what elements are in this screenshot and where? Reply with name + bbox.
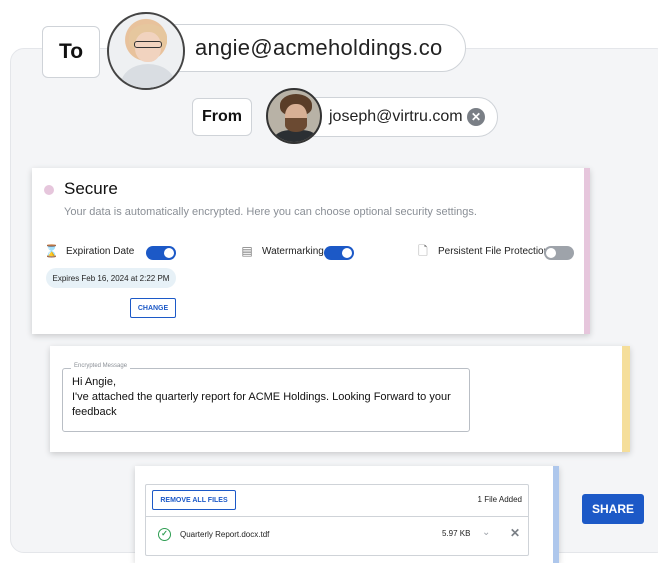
expiry-badge: Expires Feb 16, 2024 at 2:22 PM bbox=[46, 268, 176, 288]
status-dot bbox=[44, 185, 54, 195]
recipient-avatar bbox=[107, 12, 185, 90]
share-button[interactable]: SHARE bbox=[582, 494, 644, 524]
close-circle-icon[interactable]: ✕ bbox=[467, 108, 485, 126]
file-name: Quarterly Report.docx.tdf bbox=[180, 530, 270, 539]
file-row: ✓ Quarterly Report.docx.tdf 5.97 KB ⌄ ✕ bbox=[146, 518, 528, 554]
option-label: Persistent File Protection bbox=[438, 245, 550, 257]
option-persistent-file-protection: 🗋 Persistent File Protection bbox=[416, 244, 549, 258]
attachments-card: REMOVE ALL FILES 1 File Added ✓ Quarterl… bbox=[135, 466, 559, 563]
option-expiration-date: ⌛ Expiration Date bbox=[44, 244, 134, 258]
sender-chip[interactable]: joseph@virtru.com ✕ bbox=[292, 97, 498, 137]
file-size: 5.97 KB bbox=[442, 529, 471, 538]
recipient-chip[interactable]: angie@acmeholdings.co bbox=[140, 24, 466, 72]
persistent-file-protection-toggle[interactable] bbox=[544, 246, 574, 260]
security-settings-card: Secure Your data is automatically encryp… bbox=[32, 168, 590, 334]
option-label: Watermarking bbox=[262, 245, 324, 257]
file-lock-icon: 🗋 bbox=[418, 244, 428, 258]
message-card: Encrypted Message Hi Angie, I've attache… bbox=[50, 346, 630, 452]
expiration-date-toggle[interactable] bbox=[146, 246, 176, 260]
security-title: Secure bbox=[64, 179, 118, 198]
security-subtitle: Your data is automatically encrypted. He… bbox=[64, 206, 477, 218]
message-body[interactable]: Hi Angie, I've attached the quarterly re… bbox=[72, 375, 462, 420]
message-legend: Encrypted Message bbox=[71, 363, 131, 369]
recipient-email: angie@acmeholdings.co bbox=[195, 35, 443, 60]
to-label: To bbox=[42, 26, 100, 78]
hourglass-icon: ⌛ bbox=[44, 244, 59, 258]
option-label: Expiration Date bbox=[66, 245, 135, 257]
option-watermarking: ▤ Watermarking bbox=[240, 244, 324, 258]
sender-avatar bbox=[266, 88, 322, 144]
remove-all-files-button[interactable]: REMOVE ALL FILES bbox=[152, 490, 236, 510]
check-circle-icon: ✓ bbox=[158, 528, 171, 541]
chevron-down-icon[interactable]: ⌄ bbox=[482, 527, 490, 538]
from-label: From bbox=[192, 98, 252, 136]
change-expiry-button[interactable]: CHANGE bbox=[130, 298, 176, 318]
sender-email: joseph@virtru.com bbox=[329, 108, 463, 125]
watermarking-toggle[interactable] bbox=[324, 246, 354, 260]
document-icon: ▤ bbox=[241, 244, 253, 258]
attachments-header: REMOVE ALL FILES 1 File Added bbox=[146, 485, 528, 517]
close-icon[interactable]: ✕ bbox=[510, 526, 520, 540]
files-count: 1 File Added bbox=[477, 495, 522, 504]
message-field[interactable]: Encrypted Message Hi Angie, I've attache… bbox=[62, 363, 470, 432]
attachments-list: REMOVE ALL FILES 1 File Added ✓ Quarterl… bbox=[145, 484, 529, 556]
